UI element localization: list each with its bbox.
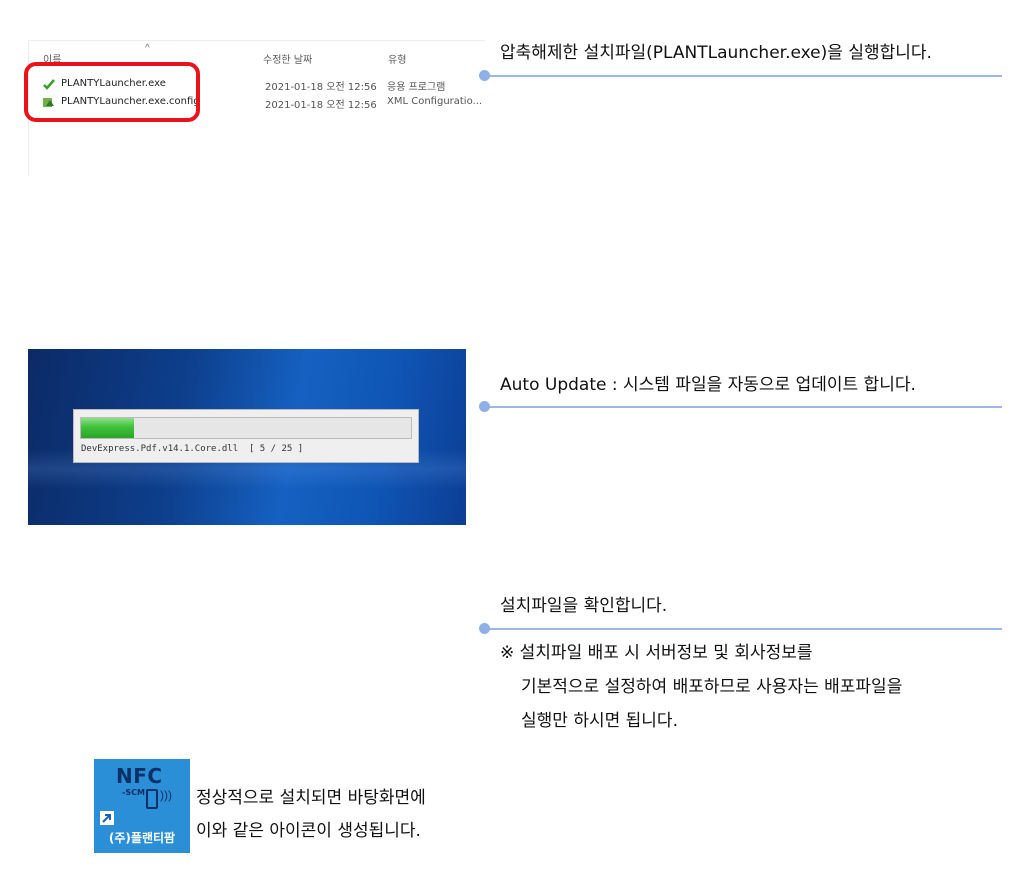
sort-ascending-icon: ^ — [145, 43, 150, 54]
step3-caption: 설치파일을 확인합니다. — [500, 596, 668, 616]
timeline-line — [485, 75, 1002, 77]
note-line: 실행만 하시면 됩니다. — [521, 711, 678, 731]
step1-caption: 압축해제한 설치파일(PLANTLauncher.exe)을 실행합니다. — [500, 43, 932, 63]
file-type: 응용 프로그램 — [387, 82, 446, 93]
file-modified: 2021-01-18 오전 12:56 — [265, 100, 377, 111]
note-line: ※ 설치파일 배포 시 서버정보 및 회사정보를 — [500, 643, 813, 663]
timeline-line — [485, 406, 1002, 408]
phone-icon — [146, 789, 158, 809]
desc-line: 이와 같은 아이콘이 생성됩니다. — [196, 821, 421, 841]
icon-label: (주)플랜티팜 — [108, 831, 176, 845]
progress-text: DevExpress.Pdf.v14.1.Core.dll [ 5 / 25 ] — [81, 444, 304, 454]
file-modified: 2021-01-18 오전 12:56 — [265, 82, 377, 93]
file-type: XML Configuratio... — [387, 96, 483, 107]
progress-fill — [81, 418, 134, 438]
highlight-box — [24, 62, 200, 122]
column-header-type[interactable]: 유형 — [388, 51, 406, 66]
timeline-dot — [479, 70, 490, 81]
timeline-line — [485, 628, 1002, 630]
step2-caption: Auto Update : 시스템 파일을 자동으로 업데이트 합니다. — [500, 375, 916, 395]
progress-bar — [80, 417, 412, 439]
shortcut-arrow-icon — [100, 811, 114, 825]
icon-subtitle: -SCM — [122, 788, 145, 797]
timeline-dot — [479, 623, 490, 634]
desc-line: 정상적으로 설치되면 바탕화면에 — [196, 788, 426, 808]
desktop-shortcut-icon[interactable]: NFC -SCM ))) (주)플랜티팜 — [94, 759, 190, 853]
column-header-modified[interactable]: 수정한 날짜 — [263, 51, 312, 66]
icon-title: NFC — [116, 764, 163, 788]
note-line: 기본적으로 설정하여 배포하므로 사용자는 배포파일을 — [521, 677, 903, 697]
update-progress-window: DevExpress.Pdf.v14.1.Core.dll [ 5 / 25 ] — [73, 409, 419, 463]
desktop-background: DevExpress.Pdf.v14.1.Core.dll [ 5 / 25 ] — [28, 349, 466, 525]
nfc-waves-icon: ))) — [160, 788, 172, 802]
timeline-dot — [479, 401, 490, 412]
